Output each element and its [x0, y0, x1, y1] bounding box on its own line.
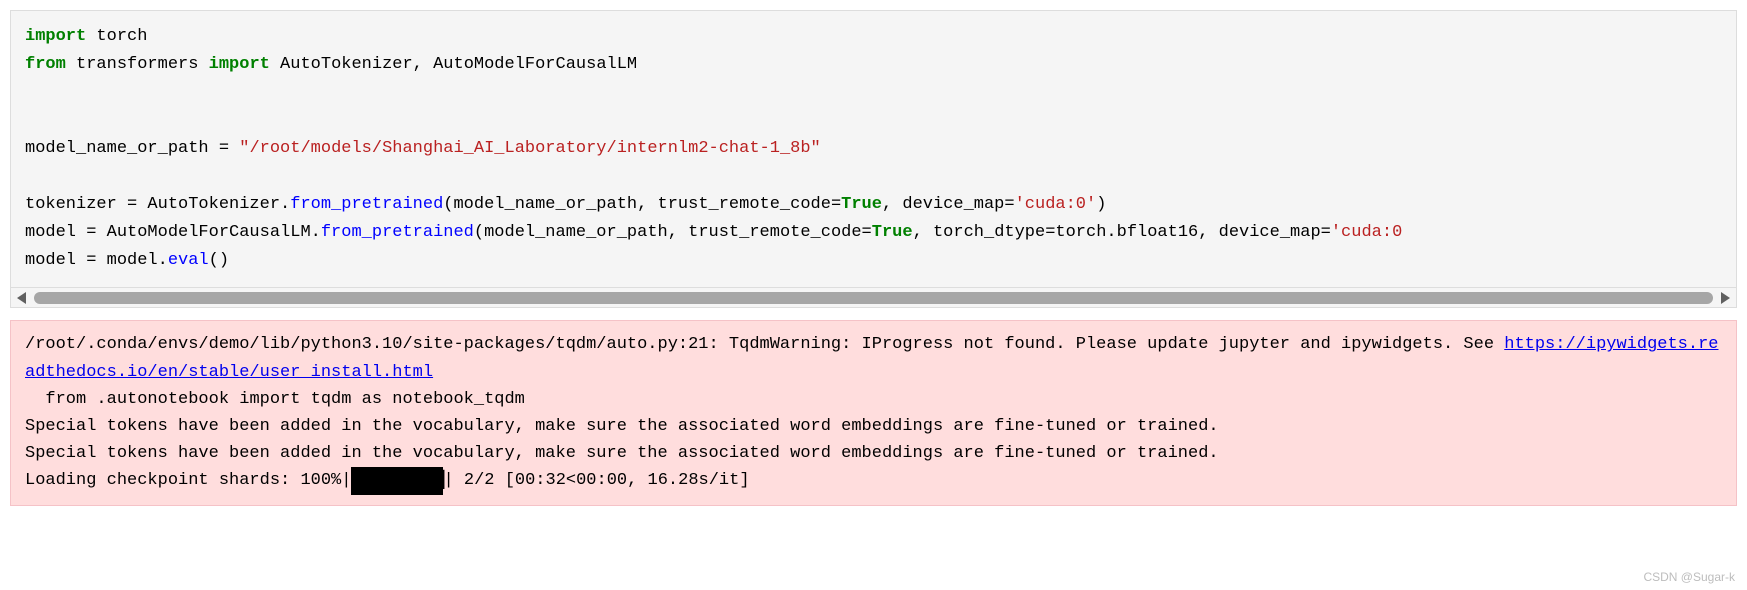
code-text: model = model. — [25, 251, 168, 270]
code-text: () — [209, 251, 229, 270]
string-literal: 'cuda:0' — [1015, 195, 1097, 214]
warning-text: /root/.conda/envs/demo/lib/python3.10/si… — [25, 335, 1504, 354]
scroll-right-icon[interactable] — [1721, 292, 1730, 304]
code-text: model = AutoModelForCausalLM. — [25, 223, 321, 242]
string-literal: "/root/models/Shanghai_AI_Laboratory/int… — [239, 139, 821, 158]
horizontal-scrollbar[interactable] — [10, 288, 1737, 308]
code-text: torch — [86, 27, 147, 46]
code-text: , torch_dtype=torch.bfloat16, device_map… — [913, 223, 1331, 242]
code-text: transformers — [66, 55, 209, 74]
code-text: AutoTokenizer, AutoModelForCausalLM — [270, 55, 637, 74]
progress-text: Loading checkpoint shards: 100%| — [25, 471, 351, 490]
output-cell: /root/.conda/envs/demo/lib/python3.10/si… — [10, 320, 1737, 505]
code-text: model_name_or_path = — [25, 139, 239, 158]
progress-bar-fill: ██████████ — [351, 467, 443, 494]
scroll-thumb[interactable] — [34, 292, 1713, 304]
warning-text: Special tokens have been added in the vo… — [25, 444, 1219, 463]
keyword-from: from — [25, 55, 66, 74]
watermark: CSDN @Sugar-k — [1643, 570, 1735, 584]
function-call: from_pretrained — [290, 195, 443, 214]
code-cell[interactable]: import torch from transformers import Au… — [10, 10, 1737, 288]
boolean-literal: True — [872, 223, 913, 242]
function-call: from_pretrained — [321, 223, 474, 242]
code-text: tokenizer = AutoTokenizer. — [25, 195, 290, 214]
code-text: (model_name_or_path, trust_remote_code= — [474, 223, 872, 242]
code-text: , device_map= — [882, 195, 1015, 214]
string-literal: 'cuda:0 — [1331, 223, 1402, 242]
function-call: eval — [168, 251, 209, 270]
boolean-literal: True — [841, 195, 882, 214]
keyword-import: import — [209, 55, 270, 74]
code-text: (model_name_or_path, trust_remote_code= — [443, 195, 841, 214]
warning-text: from .autonotebook import tqdm as notebo… — [25, 390, 525, 409]
progress-text: | 2/2 [00:32<00:00, 16.28s/it] — [443, 471, 749, 490]
code-text: ) — [1096, 195, 1106, 214]
keyword-import: import — [25, 27, 86, 46]
scroll-left-icon[interactable] — [17, 292, 26, 304]
warning-text: Special tokens have been added in the vo… — [25, 417, 1219, 436]
